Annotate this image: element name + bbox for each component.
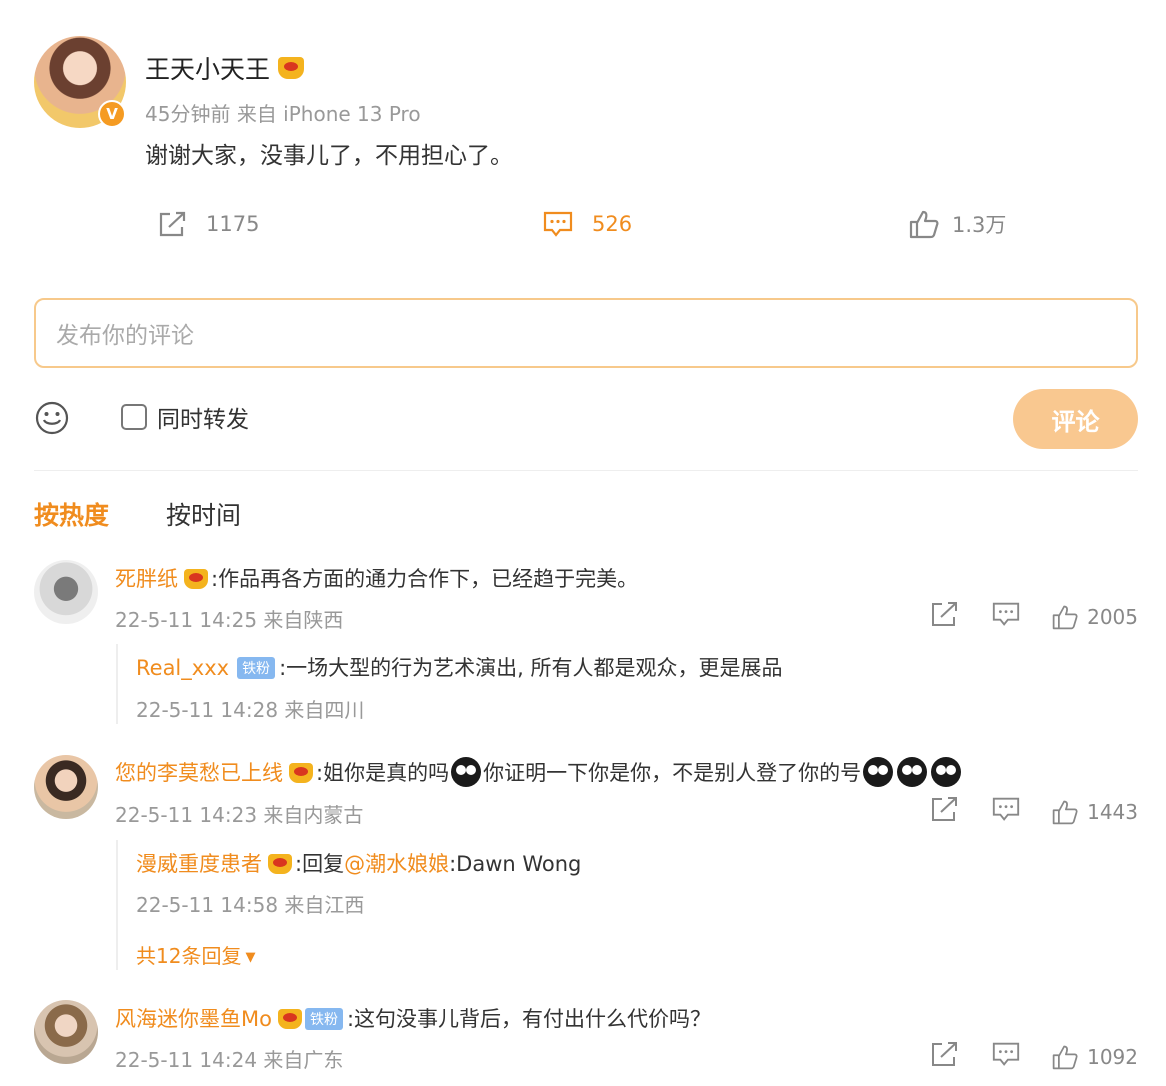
post-source: 来自 iPhone 13 Pro (236, 102, 421, 126)
emoji-icon (863, 757, 894, 787)
post-content: 谢谢大家，没事儿了，不用担心了。 (145, 143, 513, 169)
comment-text: 死胖纸 :作品再各方面的通力合作下，已经趋于完美。 (115, 563, 638, 593)
comment-button[interactable]: 526 (542, 206, 632, 242)
reply-time: 22-5-11 14:28 来自四川 (136, 698, 365, 722)
comment-body: :这句没事儿背后，有付出什么代价吗？ (346, 1007, 712, 1031)
crown-icon (184, 569, 208, 589)
smile-icon[interactable] (34, 400, 70, 440)
repost-count: 1175 (206, 212, 260, 236)
reply-time: 22-5-11 14:58 来自江西 (136, 893, 365, 917)
commenter-name[interactable]: 死胖纸 (115, 567, 178, 591)
comment-icon (542, 210, 574, 238)
comment-count: 526 (592, 212, 633, 236)
replier-name[interactable]: 漫威重度患者 (136, 852, 262, 876)
tab-sort-hot[interactable]: 按热度 (34, 496, 109, 532)
more-replies-label: 共12条回复 (136, 944, 242, 968)
repost-icon (158, 210, 188, 238)
crown-icon (289, 763, 313, 783)
fan-badge: 铁粉 (237, 657, 276, 679)
comment-avatar[interactable] (34, 560, 98, 624)
comment-icon[interactable] (991, 1040, 1021, 1073)
comment-text: 您的李莫愁已上线 :姐你是真的吗 你证明一下你是你，不是别人登了你的号 (115, 757, 963, 787)
emoji-icon (451, 757, 482, 787)
like-button[interactable]: 1092 (1051, 1043, 1138, 1071)
comment-time: 22-5-11 14:24 来自广东 (115, 1048, 344, 1072)
reply-box: 漫威重度患者 :回复@潮水娘娘:Dawn Wong 22-5-11 14:58 来… (116, 840, 1016, 970)
commenter-name[interactable]: 风海迷你墨鱼Mo (115, 1007, 272, 1031)
verified-badge: V (98, 100, 126, 128)
chevron-down-icon: ▼ (245, 950, 256, 965)
like-count: 1443 (1087, 799, 1138, 824)
comment-actions: 1443 (930, 795, 1138, 828)
author-name-text[interactable]: 王天小天王 (145, 55, 270, 84)
comment-icon[interactable] (991, 600, 1021, 633)
post-meta: 45分钟前 来自 iPhone 13 Pro (145, 98, 421, 127)
comment-input[interactable]: 发布你的评论 (34, 298, 1138, 368)
repost-checkbox[interactable]: 同时转发 (121, 400, 249, 434)
like-count: 1.3万 (952, 213, 1007, 237)
reply-body: :Dawn Wong (449, 852, 582, 876)
commenter-name[interactable]: 您的李莫愁已上线 (115, 761, 283, 785)
like-icon (908, 209, 940, 239)
comment-time: 22-5-11 14:25 来自陕西 (115, 608, 344, 632)
crown-icon (268, 854, 292, 874)
reply-text: 漫威重度患者 :回复@潮水娘娘:Dawn Wong (136, 848, 581, 878)
comment-time: 22-5-11 14:23 来自内蒙古 (115, 803, 364, 827)
post-time: 45分钟前 (145, 102, 231, 126)
repost-checkbox-label: 同时转发 (157, 407, 249, 433)
comment-avatar[interactable] (34, 755, 98, 819)
repost-icon[interactable] (930, 795, 960, 828)
emoji-icon (897, 757, 928, 787)
emoji-icon (931, 757, 962, 787)
comment-body: :姐你是真的吗 (316, 761, 450, 785)
checkbox-box[interactable] (121, 404, 147, 430)
repost-icon[interactable] (930, 600, 960, 633)
like-button[interactable]: 1.3万 (908, 206, 1006, 242)
reply-text: Real_xxx 铁粉:一场大型的行为艺术演出, 所有人都是观众，更是展品 (136, 652, 783, 682)
reply-body: :一场大型的行为艺术演出, 所有人都是观众，更是展品 (279, 656, 783, 680)
repost-icon[interactable] (930, 1040, 960, 1073)
reply-box: Real_xxx 铁粉:一场大型的行为艺术演出, 所有人都是观众，更是展品 22-… (116, 644, 1016, 724)
like-count: 2005 (1087, 604, 1138, 629)
mention-link[interactable]: @潮水娘娘 (344, 852, 449, 876)
comment-actions: 2005 (930, 600, 1138, 633)
like-button[interactable]: 1443 (1051, 798, 1138, 826)
comment-actions: 1092 (930, 1040, 1138, 1073)
comment-input-placeholder: 发布你的评论 (56, 323, 194, 349)
comment-body: :作品再各方面的通力合作下，已经趋于完美。 (211, 567, 639, 591)
reply-body: :回复 (295, 852, 345, 876)
author-name[interactable]: 王天小天王 (145, 50, 305, 86)
comment-icon[interactable] (991, 795, 1021, 828)
comment-body: 你证明一下你是你，不是别人登了你的号 (483, 761, 862, 785)
comment-text: 风海迷你墨鱼Mo 铁粉:这句没事儿背后，有付出什么代价吗？ (115, 1003, 711, 1033)
tab-sort-time[interactable]: 按时间 (166, 496, 241, 532)
submit-comment-button[interactable]: 评论 (1013, 389, 1138, 449)
replier-name[interactable]: Real_xxx (136, 656, 229, 680)
crown-icon (277, 1009, 302, 1029)
comment-avatar[interactable] (34, 1000, 98, 1064)
repost-button[interactable]: 1175 (158, 206, 259, 242)
like-count: 1092 (1087, 1044, 1138, 1069)
fan-badge: 铁粉 (304, 1008, 343, 1030)
like-button[interactable]: 2005 (1051, 603, 1138, 631)
divider (34, 470, 1138, 471)
more-replies-link[interactable]: 共12条回复 ▼ (136, 940, 255, 969)
crown-icon (278, 57, 305, 79)
